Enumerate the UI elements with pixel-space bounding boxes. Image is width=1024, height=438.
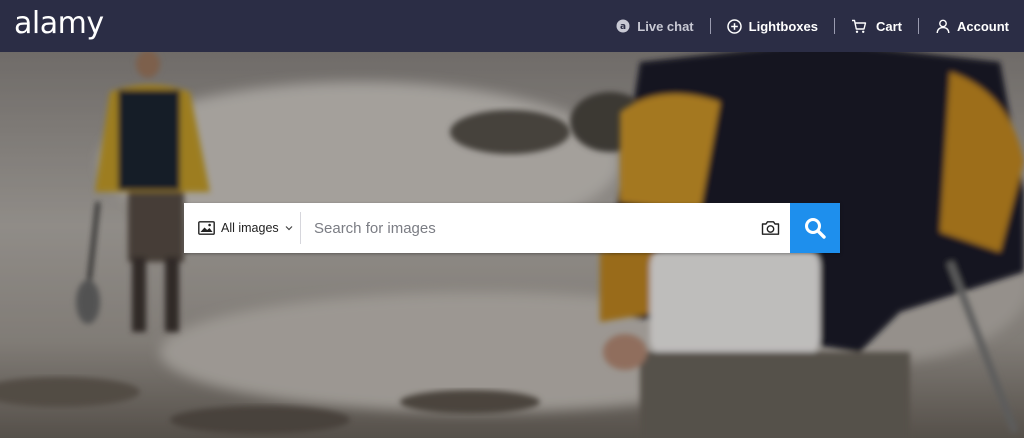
lightboxes-link[interactable]: Lightboxes	[727, 18, 818, 34]
chevron-down-icon	[285, 225, 293, 231]
page: alamy a Live chat Lightboxes Cart Accoun…	[0, 0, 1024, 438]
cart-icon	[851, 18, 867, 34]
lightboxes-label: Lightboxes	[748, 18, 818, 34]
top-bar: alamy a Live chat Lightboxes Cart Accoun…	[0, 0, 1024, 52]
live-chat-link[interactable]: a Live chat	[615, 18, 694, 34]
search-bar: All images	[184, 203, 840, 253]
nav-separator	[833, 18, 835, 34]
search-submit-button[interactable]	[790, 203, 840, 253]
image-icon	[198, 221, 215, 235]
search-icon	[804, 217, 826, 239]
visual-search-button[interactable]	[750, 203, 790, 253]
search-input[interactable]	[301, 203, 750, 253]
nav-separator	[709, 18, 711, 34]
image-type-label: All images	[221, 221, 279, 235]
chat-icon: a	[615, 18, 631, 34]
cart-link[interactable]: Cart	[851, 18, 902, 34]
account-label: Account	[957, 18, 1009, 34]
live-chat-label: Live chat	[637, 18, 694, 34]
user-icon	[935, 18, 951, 34]
camera-icon	[761, 220, 780, 236]
cart-label: Cart	[875, 18, 902, 34]
top-nav: a Live chat Lightboxes Cart Account	[615, 18, 1009, 34]
account-link[interactable]: Account	[935, 18, 1009, 34]
svg-text:a: a	[620, 22, 626, 32]
image-type-dropdown[interactable]: All images	[184, 203, 300, 253]
plus-circle-icon	[727, 18, 743, 34]
nav-separator	[918, 18, 919, 34]
logo[interactable]: alamy	[14, 6, 104, 41]
